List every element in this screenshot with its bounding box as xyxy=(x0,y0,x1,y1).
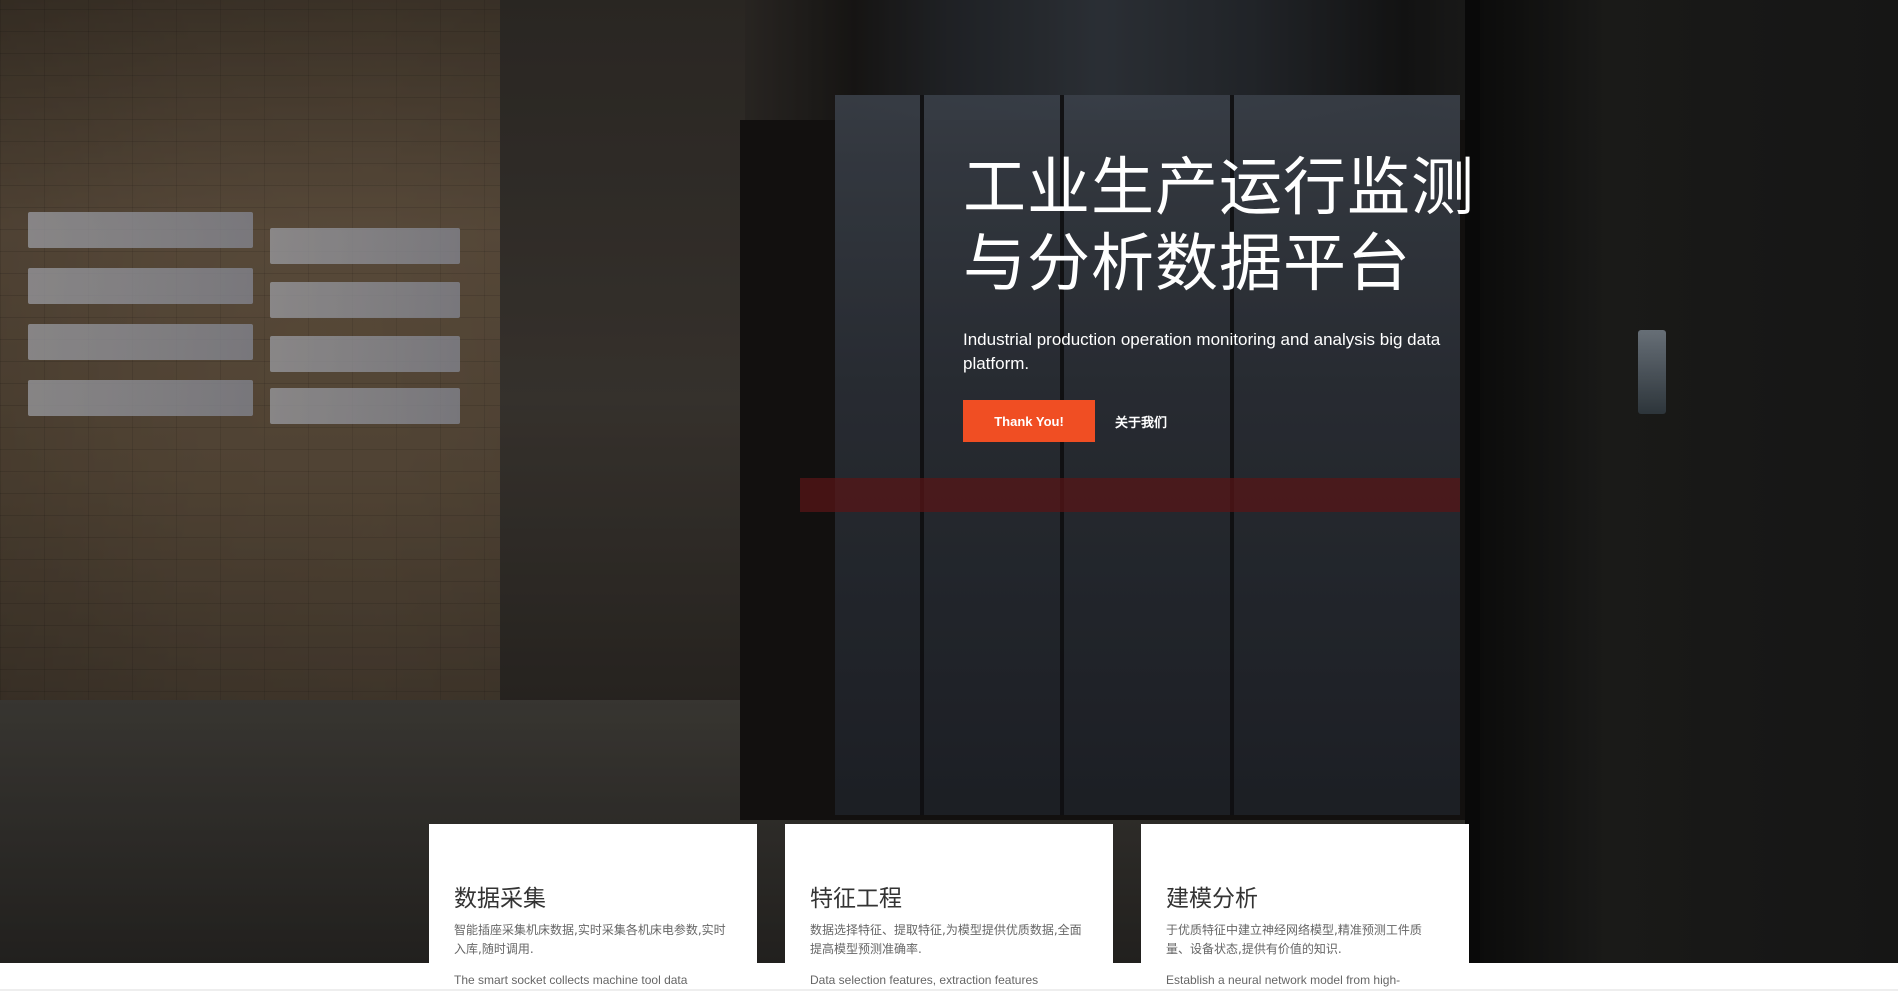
about-us-link[interactable]: 关于我们 xyxy=(1115,412,1167,431)
page: 工业生产运行监测 与分析数据平台 Industrial production o… xyxy=(0,0,1898,991)
feature-card-title: 特征工程 xyxy=(810,886,902,912)
feature-card-data-collection: 数据采集 智能插座采集机床数据,实时采集各机床电参数,实时入库,随时调用. Th… xyxy=(429,824,757,991)
hero-background xyxy=(0,0,1898,963)
feature-card-description: 数据选择特征、提取特征,为模型提供优质数据,全面提高模型预测准确率. xyxy=(810,923,1082,956)
feature-cards: 数据采集 智能插座采集机床数据,实时采集各机床电参数,实时入库,随时调用. Th… xyxy=(429,824,1469,991)
feature-card-modeling-analysis: 建模分析 于优质特征中建立神经网络模型,精准预测工件质量、设备状态,提供有价值的… xyxy=(1141,824,1469,991)
feature-card-english-description: The smart socket collects machine tool d… xyxy=(454,973,688,987)
feature-card-feature-engineering: 特征工程 数据选择特征、提取特征,为模型提供优质数据,全面提高模型预测准确率. … xyxy=(785,824,1113,991)
thank-you-button[interactable]: Thank You! xyxy=(963,400,1095,442)
hero-actions: Thank You! 关于我们 xyxy=(963,400,1483,442)
hero-title-line: 工业生产运行监测 xyxy=(963,151,1475,224)
feature-card-description: 智能插座采集机床数据,实时采集各机床电参数,实时入库,随时调用. xyxy=(454,923,726,956)
hero-content: 工业生产运行监测 与分析数据平台 Industrial production o… xyxy=(963,150,1483,442)
feature-card-title: 建模分析 xyxy=(1166,886,1258,912)
hero-dark-overlay xyxy=(0,0,1898,963)
hero-title: 工业生产运行监测 与分析数据平台 xyxy=(963,150,1483,302)
feature-card-english-description: Data selection features, extraction feat… xyxy=(810,973,1039,987)
feature-card-title: 数据采集 xyxy=(454,886,546,912)
feature-card-description: 于优质特征中建立神经网络模型,精准预测工件质量、设备状态,提供有价值的知识. xyxy=(1166,923,1422,956)
hero-title-line: 与分析数据平台 xyxy=(963,227,1411,300)
hero-subtitle: Industrial production operation monitori… xyxy=(963,330,1441,373)
feature-card-english-description: Establish a neural network model from hi… xyxy=(1166,973,1401,987)
